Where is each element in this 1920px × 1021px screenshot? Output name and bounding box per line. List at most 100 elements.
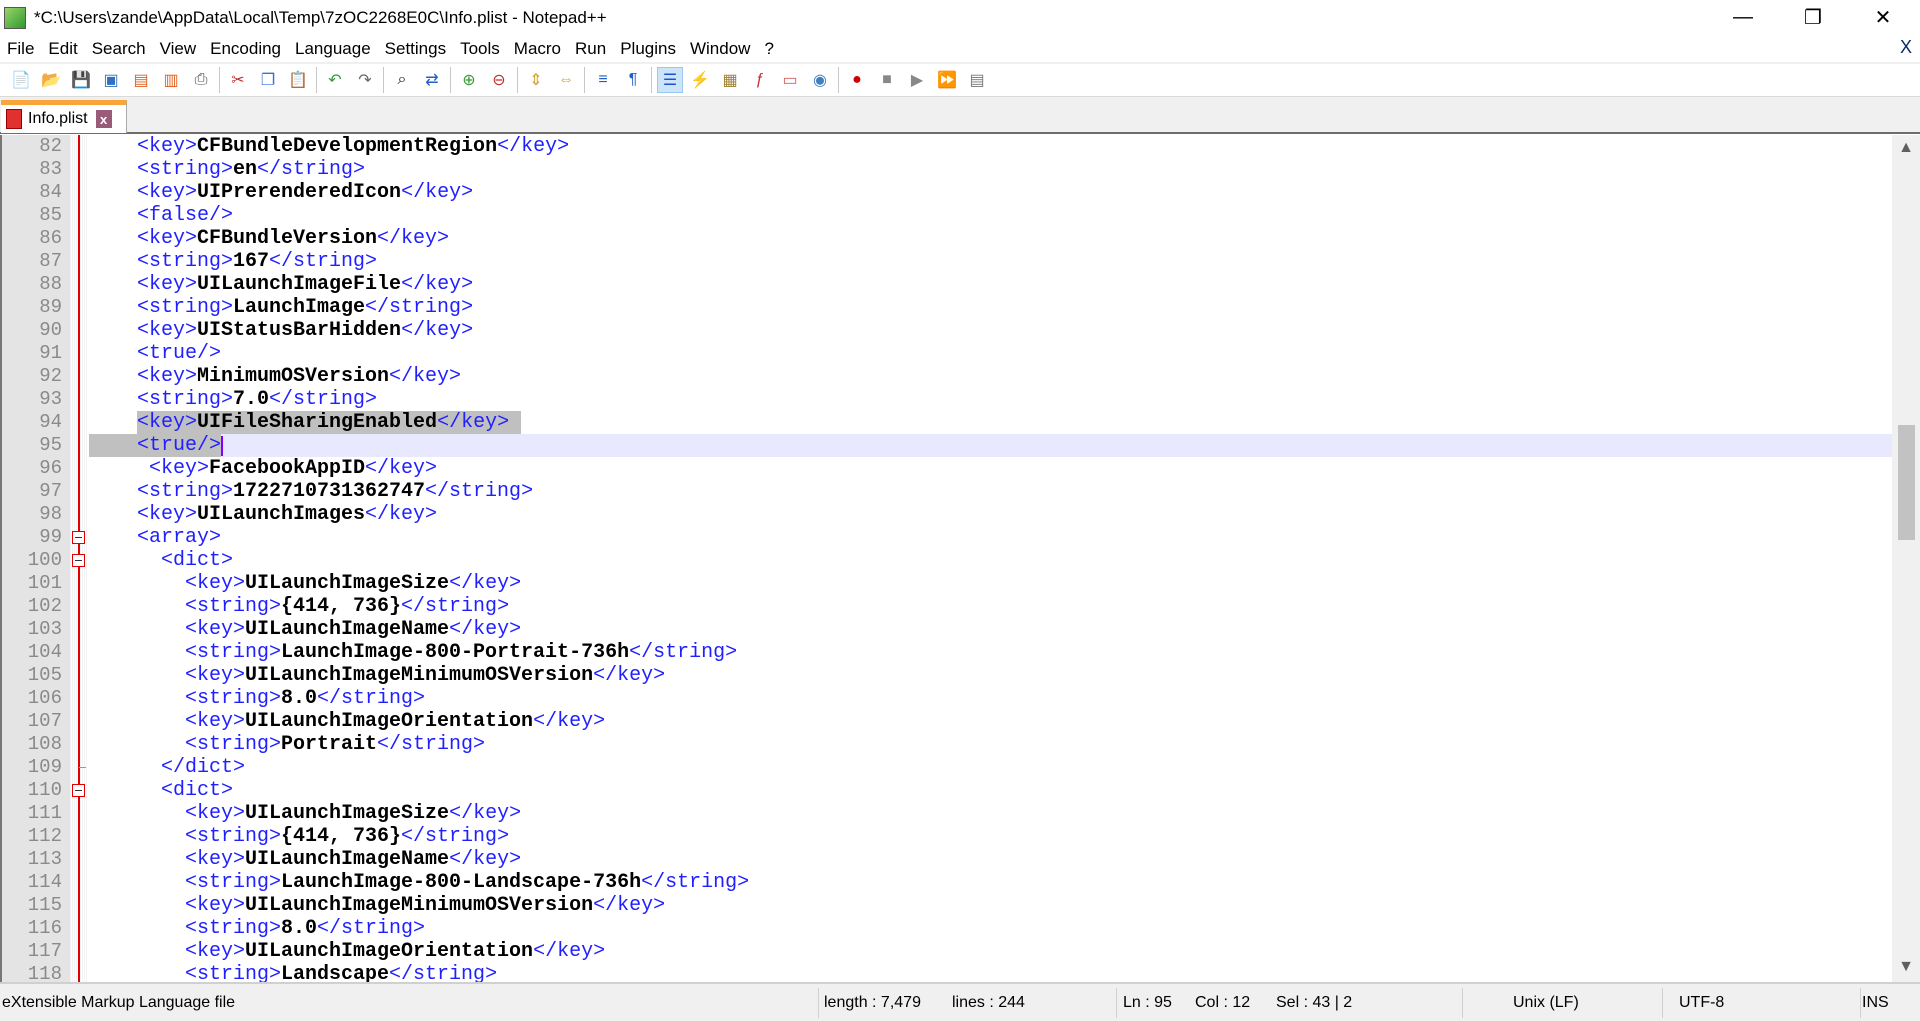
indent-guide-icon[interactable]: ☰ [657, 67, 683, 93]
code-line[interactable]: 111 <key>UILaunchImageSize</key> [2, 802, 1892, 825]
tab-close-icon[interactable]: x [95, 110, 112, 128]
code-line[interactable]: 89 <string>LaunchImage</string> [2, 296, 1892, 319]
menu-tools[interactable]: Tools [453, 39, 507, 59]
xml-value: 1722710731362747 [233, 480, 426, 503]
close-document-button[interactable]: X [1900, 37, 1912, 58]
code-line[interactable]: 118 <string>Landscape</string> [2, 963, 1892, 982]
show-all-chars-icon[interactable]: ¶ [620, 67, 646, 93]
print-icon[interactable]: ⎙ [188, 67, 214, 93]
code-line[interactable]: 101 <key>UILaunchImageSize</key> [2, 572, 1892, 595]
save-all-icon[interactable]: ▣ [98, 67, 124, 93]
monitoring-icon[interactable]: ◉ [807, 67, 833, 93]
minimize-button[interactable]: — [1708, 0, 1778, 34]
code-line[interactable]: 82 <key>CFBundleDevelopmentRegion</key> [2, 135, 1892, 158]
code-line[interactable]: 117 <key>UILaunchImageOrientation</key> [2, 940, 1892, 963]
function-list-icon[interactable]: ƒ [747, 67, 773, 93]
menu-language[interactable]: Language [288, 39, 378, 59]
new-file-icon[interactable]: 📄 [8, 67, 34, 93]
code-line[interactable]: 95 <true/> [2, 434, 1892, 457]
zoom-out-icon[interactable]: ⊖ [486, 67, 512, 93]
folder-workspace-icon[interactable]: ▭ [777, 67, 803, 93]
menu-settings[interactable]: Settings [378, 39, 453, 59]
menu-run[interactable]: Run [568, 39, 613, 59]
menu-window[interactable]: Window [683, 39, 757, 59]
document-map-icon[interactable]: ▦ [717, 67, 743, 93]
code-line[interactable]: 92 <key>MinimumOSVersion</key> [2, 365, 1892, 388]
code-line[interactable]: 96 <key>FacebookAppID</key> [2, 457, 1892, 480]
code-line[interactable]: 107 <key>UILaunchImageOrientation</key> [2, 710, 1892, 733]
code-line[interactable]: 83 <string>en</string> [2, 158, 1892, 181]
menu-file[interactable]: File [0, 39, 41, 59]
code-line[interactable]: 98 <key>UILaunchImages</key> [2, 503, 1892, 526]
stop-record-icon[interactable]: ■ [874, 67, 900, 93]
scrollbar-thumb[interactable] [1898, 425, 1915, 540]
save-macro-icon[interactable]: ▤ [964, 67, 990, 93]
record-macro-icon[interactable]: ● [844, 67, 870, 93]
replace-icon[interactable]: ⇄ [419, 67, 445, 93]
code-line[interactable]: 103 <key>UILaunchImageName</key> [2, 618, 1892, 641]
code-line[interactable]: 93 <string>7.0</string> [2, 388, 1892, 411]
divider [818, 988, 819, 1018]
code-line[interactable]: 106 <string>8.0</string> [2, 687, 1892, 710]
code-line[interactable]: 90 <key>UIStatusBarHidden</key> [2, 319, 1892, 342]
code-line[interactable]: 99 <array> [2, 526, 1892, 549]
close-icon[interactable]: ▤ [128, 67, 154, 93]
menu-help[interactable]: ? [757, 39, 780, 59]
vertical-scrollbar[interactable]: ▲ ▼ [1892, 135, 1920, 982]
sync-vertical-icon[interactable]: ⇕ [523, 67, 549, 93]
code-line[interactable]: 94 <key>UIFileSharingEnabled</key> [2, 411, 1892, 434]
save-icon[interactable]: 💾 [68, 67, 94, 93]
redo-icon[interactable]: ↷ [352, 67, 378, 93]
close-button[interactable]: ✕ [1848, 0, 1918, 34]
code-line[interactable]: 86 <key>CFBundleVersion</key> [2, 227, 1892, 250]
user-language-icon[interactable]: ⚡ [687, 67, 713, 93]
zoom-in-icon[interactable]: ⊕ [456, 67, 482, 93]
code-line[interactable]: 105 <key>UILaunchImageMinimumOSVersion</k… [2, 664, 1892, 687]
xml-value: UILaunchImageName [245, 618, 450, 641]
undo-icon[interactable]: ↶ [322, 67, 348, 93]
menu-search[interactable]: Search [85, 39, 153, 59]
menu-view[interactable]: View [153, 39, 204, 59]
menu-encoding[interactable]: Encoding [203, 39, 288, 59]
code-line[interactable]: 116 <string>8.0</string> [2, 917, 1892, 940]
code-line[interactable]: 109 </dict> [2, 756, 1892, 779]
code-line[interactable]: 114 <string>LaunchImage-800-Landscape-736… [2, 871, 1892, 894]
code-line[interactable]: 113 <key>UILaunchImageName</key> [2, 848, 1892, 871]
fold-collapse-icon[interactable] [72, 531, 85, 544]
line-number: 108 [27, 733, 62, 755]
scroll-up-icon[interactable]: ▲ [1892, 139, 1920, 159]
menu-edit[interactable]: Edit [41, 39, 84, 59]
fold-collapse-icon[interactable] [72, 554, 85, 567]
run-macro-multiple-icon[interactable]: ⏩ [934, 67, 960, 93]
menu-plugins[interactable]: Plugins [613, 39, 683, 59]
paste-icon[interactable]: 📋 [285, 67, 311, 93]
copy-icon[interactable]: ❐ [255, 67, 281, 93]
scroll-down-icon[interactable]: ▼ [1892, 958, 1920, 978]
code-line[interactable]: 102 <string>{414, 736}</string> [2, 595, 1892, 618]
tab-info-plist[interactable]: Info.plist x [1, 100, 127, 133]
sync-horizontal-icon[interactable]: ⇔ [553, 67, 579, 93]
code-line[interactable]: 110 <dict> [2, 779, 1892, 802]
play-macro-icon[interactable]: ▶ [904, 67, 930, 93]
code-line[interactable]: 91 <true/> [2, 342, 1892, 365]
find-icon[interactable]: ⌕ [389, 67, 415, 93]
code-line[interactable]: 104 <string>LaunchImage-800-Portrait-736h… [2, 641, 1892, 664]
close-all-icon[interactable]: ▥ [158, 67, 184, 93]
unsaved-file-icon [6, 109, 22, 129]
code-line[interactable]: 108 <string>Portrait</string> [2, 733, 1892, 756]
code-line[interactable]: 97 <string>1722710731362747</string> [2, 480, 1892, 503]
code-line[interactable]: 87 <string>167</string> [2, 250, 1892, 273]
restore-button[interactable]: ❐ [1778, 0, 1848, 34]
code-line[interactable]: 100 <dict> [2, 549, 1892, 572]
word-wrap-icon[interactable]: ≡ [590, 67, 616, 93]
code-line[interactable]: 84 <key>UIPrerenderedIcon</key> [2, 181, 1892, 204]
code-line[interactable]: 88 <key>UILaunchImageFile</key> [2, 273, 1892, 296]
code-line[interactable]: 112 <string>{414, 736}</string> [2, 825, 1892, 848]
code-editor[interactable]: 82 <key>CFBundleDevelopmentRegion</key> 83… [0, 135, 1892, 982]
open-file-icon[interactable]: 📂 [38, 67, 64, 93]
code-line[interactable]: 115 <key>UILaunchImageMinimumOSVersion</k… [2, 894, 1892, 917]
fold-collapse-icon[interactable] [72, 784, 85, 797]
code-line[interactable]: 85 <false/> [2, 204, 1892, 227]
cut-icon[interactable]: ✂ [225, 67, 251, 93]
menu-macro[interactable]: Macro [507, 39, 568, 59]
